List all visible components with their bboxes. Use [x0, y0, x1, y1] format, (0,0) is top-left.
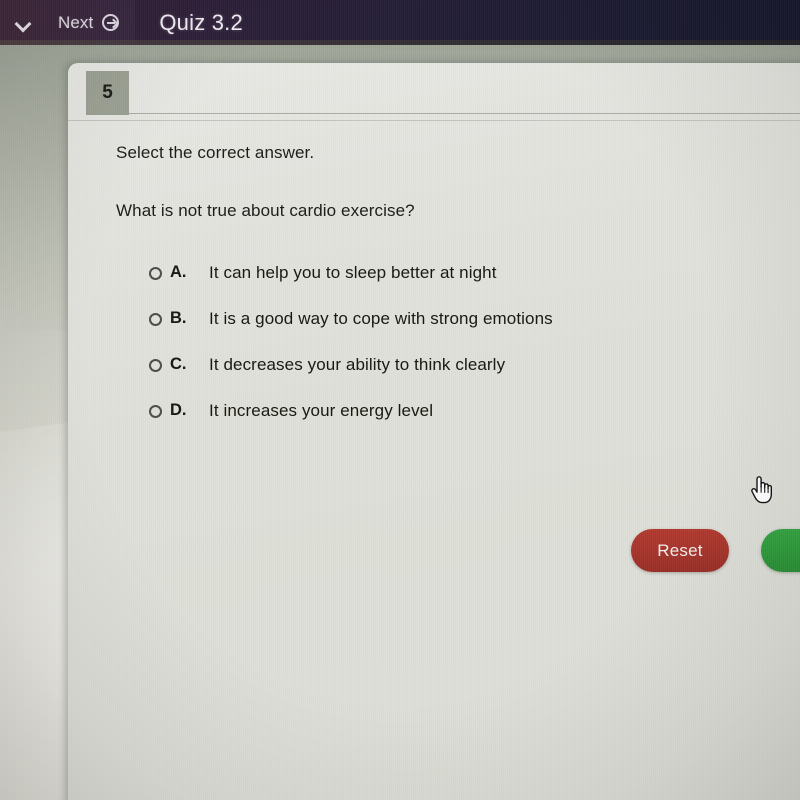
question-number-badge: 5	[86, 71, 129, 115]
quiz-title: Quiz 3.2	[159, 9, 243, 35]
instruction-text: Select the correct answer.	[116, 143, 315, 162]
action-button-row: Reset Next	[68, 529, 800, 572]
option-text: It increases your energy level	[209, 401, 434, 420]
top-navigation-bar: Next Quiz 3.2	[0, 0, 800, 45]
reset-button[interactable]: Reset	[631, 529, 729, 572]
answer-option-b[interactable]: B. It is a good way to cope with strong …	[149, 309, 800, 329]
option-text: It is a good way to cope with strong emo…	[209, 309, 553, 328]
answer-options-list: A. It can help you to sleep better at ni…	[149, 263, 800, 421]
arrow-right-circle-icon	[102, 14, 120, 31]
answer-option-c[interactable]: C. It decreases your ability to think cl…	[149, 355, 800, 375]
radio-button-icon[interactable]	[149, 313, 162, 326]
question-body: Select the correct answer. What is not t…	[68, 117, 800, 421]
option-text: It can help you to sleep better at night	[209, 263, 497, 282]
question-text: What is not true about cardio exercise?	[116, 201, 415, 220]
option-letter: A.	[170, 263, 187, 281]
option-letter: C.	[170, 355, 187, 373]
option-text: It decreases your ability to think clear…	[209, 355, 506, 374]
answer-option-a[interactable]: A. It can help you to sleep better at ni…	[149, 263, 800, 283]
option-letter: B.	[170, 309, 187, 327]
next-button[interactable]: Next	[761, 529, 800, 572]
chevron-down-icon	[16, 18, 31, 27]
question-number-row: 5	[68, 63, 800, 121]
question-header-divider	[129, 113, 800, 114]
nav-next-button[interactable]: Next	[46, 0, 135, 45]
screen-photo: Next Quiz 3.2 5 Select the correct answe…	[0, 0, 800, 800]
collapse-toggle[interactable]	[0, 0, 46, 45]
question-card: 5 Select the correct answer. What is not…	[68, 63, 800, 800]
radio-button-icon[interactable]	[149, 359, 162, 372]
radio-button-icon[interactable]	[149, 267, 162, 280]
nav-next-label: Next	[58, 12, 94, 32]
question-header-divider-secondary	[68, 120, 800, 121]
radio-button-icon[interactable]	[149, 405, 162, 418]
answer-option-d[interactable]: D. It increases your energy level	[149, 401, 800, 421]
option-letter: D.	[170, 401, 187, 419]
